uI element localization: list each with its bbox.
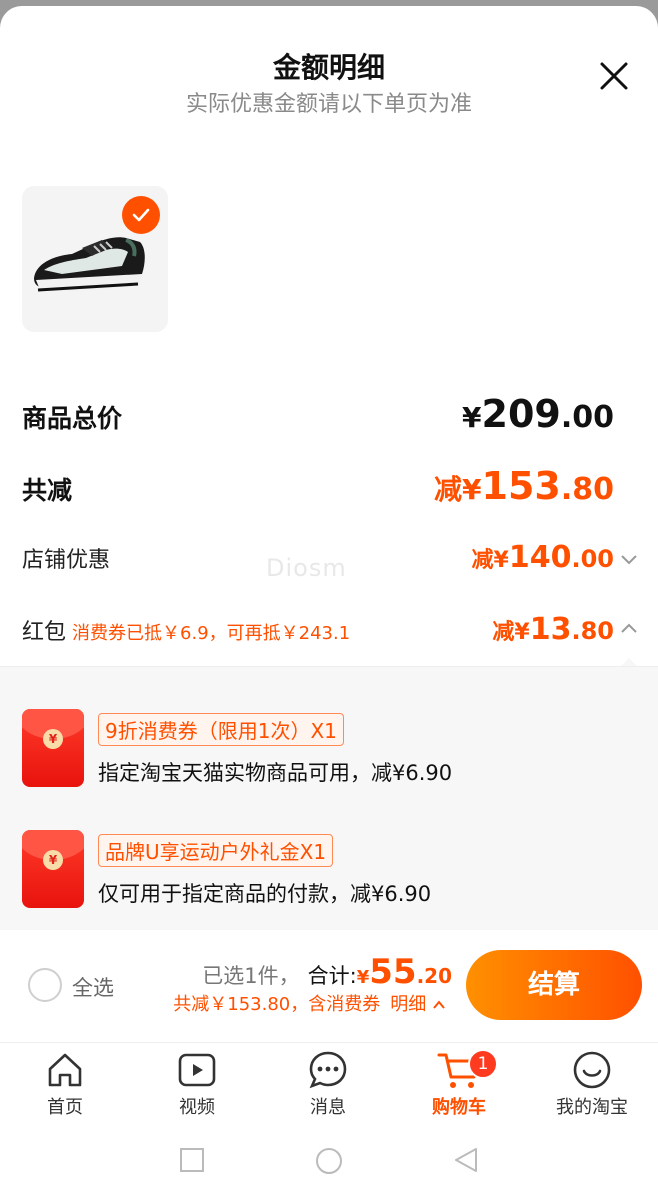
coupon-item: ¥ 品牌U享运动户外礼金X1 仅可用于指定商品的付款，减¥6.90	[22, 830, 642, 910]
coupon-panel: ¥ 9折消费券（限用1次）X1 指定淘宝天猫实物商品可用，减¥6.90 ¥ 品牌…	[0, 666, 658, 936]
chevron-up-icon[interactable]	[620, 620, 638, 638]
coupon-item: ¥ 9折消费券（限用1次）X1 指定淘宝天猫实物商品可用，减¥6.90	[22, 709, 642, 789]
redpacket-note: 消费券已抵￥6.9，可再抵￥243.1	[72, 623, 351, 644]
message-icon	[309, 1051, 347, 1089]
coupon-desc: 仅可用于指定商品的付款，减¥6.90	[98, 882, 432, 906]
tab-home[interactable]: 首页	[10, 1049, 120, 1119]
recents-icon[interactable]	[178, 1146, 206, 1174]
system-nav-bar	[0, 1128, 658, 1193]
savings-line[interactable]: 共减￥153.80，含消费券 明细	[173, 990, 446, 1016]
selected-check-icon[interactable]	[122, 196, 160, 234]
total-discount-row: 共减 减¥153.80	[22, 464, 614, 508]
coupon-desc: 指定淘宝天猫实物商品可用，减¥6.90	[98, 761, 453, 785]
close-icon[interactable]	[598, 60, 630, 92]
checkout-button[interactable]: 结算	[466, 950, 642, 1020]
amount-detail-sheet: 金额明细 实际优惠金额请以下单页为准 商品总价 ¥209.00 共减 减¥153…	[0, 6, 658, 1193]
tab-video[interactable]: 视频	[142, 1049, 252, 1119]
home-circle-icon[interactable]	[314, 1146, 344, 1176]
detail-link: 明细	[390, 994, 427, 1015]
back-icon[interactable]	[452, 1146, 480, 1174]
red-envelope-icon: ¥	[22, 830, 84, 908]
store-discount-label: 店铺优惠	[22, 548, 111, 573]
tab-label: 消息	[310, 1097, 346, 1118]
chevron-up-icon[interactable]	[432, 998, 446, 1012]
total-price-label: 商品总价	[22, 404, 123, 433]
cart-badge: 1	[468, 1049, 498, 1079]
sheet-title: 金额明细	[272, 51, 385, 84]
sheet-subtitle: 实际优惠金额请以下单页为准	[185, 92, 472, 117]
total-discount-value: 减¥153.80	[434, 464, 614, 508]
total-discount-label: 共减	[22, 476, 73, 505]
redpacket-row[interactable]: 红包 消费券已抵￥6.9，可再抵￥243.1 减¥13.80	[22, 612, 614, 647]
redpacket-value: 减¥13.80	[492, 612, 614, 647]
store-discount-row[interactable]: 店铺优惠 减¥140.00	[22, 540, 614, 575]
tab-label: 我的淘宝	[556, 1097, 628, 1118]
bottom-tab-bar: 首页 视频 消息 1 购物车 我的淘宝	[0, 1042, 658, 1128]
redpacket-label: 红包	[22, 620, 67, 645]
coupon-tag: 9折消费券（限用1次）X1	[98, 713, 344, 746]
checkout-bar: 全选 已选1件， 合计: ¥55.20 共减￥153.80，含消费券 明细 结算	[0, 930, 658, 1042]
red-envelope-icon: ¥	[22, 709, 84, 787]
tab-label: 首页	[47, 1097, 83, 1118]
subtotal-label: 合计:	[307, 964, 357, 988]
profile-icon	[573, 1051, 611, 1089]
chevron-down-icon[interactable]	[620, 550, 638, 568]
total-price-row: 商品总价 ¥209.00	[22, 392, 614, 436]
select-all-label[interactable]: 全选	[72, 972, 114, 1002]
coupon-tag: 品牌U享运动户外礼金X1	[98, 834, 334, 867]
selected-count: 已选1件，	[202, 964, 300, 988]
tab-cart[interactable]: 1 购物车	[404, 1049, 514, 1119]
video-icon	[178, 1053, 216, 1087]
select-all-radio[interactable]	[28, 968, 62, 1002]
subtotal-line: 已选1件， 合计: ¥55.20	[202, 952, 452, 992]
tab-label: 购物车	[432, 1097, 486, 1118]
store-discount-value: 减¥140.00	[471, 540, 614, 575]
tab-profile[interactable]: 我的淘宝	[537, 1049, 647, 1119]
savings-text: 共减￥153.80，含消费券	[173, 994, 381, 1015]
home-icon	[48, 1053, 82, 1087]
subtotal-value: ¥55.20	[356, 952, 452, 992]
tab-messages[interactable]: 消息	[273, 1049, 383, 1119]
total-price-value: ¥209.00	[462, 392, 614, 436]
redpacket-label-group: 红包 消费券已抵￥6.9，可再抵￥243.1	[22, 614, 350, 646]
tab-label: 视频	[179, 1097, 215, 1118]
